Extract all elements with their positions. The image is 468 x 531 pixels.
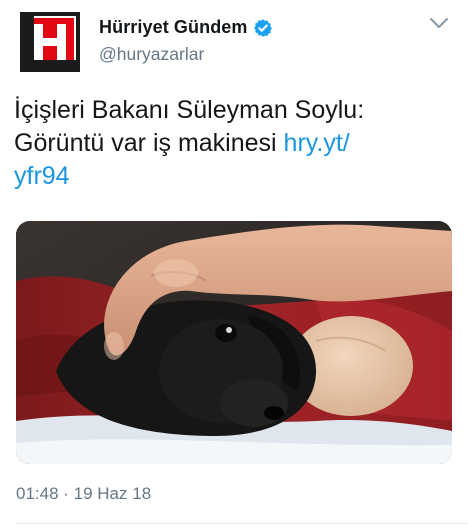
tweet-timestamp[interactable]: 01:48 · 19 Haz 18: [16, 484, 151, 504]
tweet-text-line-3: yfr94: [14, 160, 454, 193]
author-display-name[interactable]: Hürriyet Gündem: [99, 17, 248, 38]
tweet-card: Hürriyet Gündem @huryazarlar İçişleri Ba…: [0, 0, 468, 531]
author-handle[interactable]: @huryazarlar: [99, 44, 204, 65]
chevron-down-icon[interactable]: [428, 16, 450, 30]
tweet-text-line-2: Görüntü var iş makinesi hry.yt/: [14, 127, 454, 160]
author-name-row[interactable]: Hürriyet Gündem: [99, 17, 273, 38]
tweet-text-line-1: İçişleri Bakanı Süleyman Soylu:: [14, 96, 365, 124]
tweet-link[interactable]: hry.yt/: [284, 129, 350, 157]
puppy-photo: [16, 221, 452, 464]
verified-badge-icon: [253, 18, 272, 37]
tweet-link-continued[interactable]: yfr94: [14, 162, 70, 190]
tweet-text-body: Görüntü var iş makinesi: [14, 129, 284, 157]
divider: [16, 523, 468, 524]
tweet-media-photo[interactable]: [16, 221, 452, 464]
tweet-text: İçişleri Bakanı Süleyman Soylu: Görüntü …: [14, 94, 454, 193]
avatar[interactable]: [20, 12, 80, 72]
